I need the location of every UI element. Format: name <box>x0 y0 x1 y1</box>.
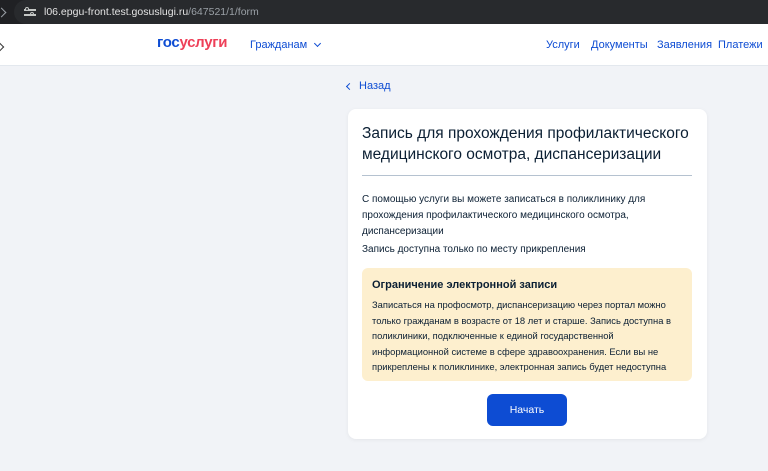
chevron-left-icon <box>345 82 354 90</box>
warning-box: Ограничение электронной записи Записатьс… <box>362 268 692 381</box>
warning-text: Записаться на профосмотр, диспансеризаци… <box>372 299 671 372</box>
start-button[interactable]: Начать <box>487 394 567 426</box>
audience-dropdown[interactable]: Гражданам <box>250 39 322 51</box>
site-header: госуслуги Гражданам Услуги Документы Зая… <box>0 24 768 66</box>
back-link[interactable]: Назад <box>345 80 391 92</box>
service-description: С помощью услуги вы можете записаться в … <box>362 194 646 237</box>
nav-payments[interactable]: Платежи <box>718 39 763 51</box>
url-host: l06.epgu-front.test.gosuslugi.ru <box>44 6 189 18</box>
nav-documents[interactable]: Документы <box>591 39 648 51</box>
logo-part-gos: гос <box>157 34 180 51</box>
chevron-down-icon <box>314 39 322 48</box>
browser-address-bar: l06.epgu-front.test.gosuslugi.ru/647521/… <box>0 0 768 24</box>
page-title: Запись для прохождения профилактического… <box>362 125 689 163</box>
gosuslugi-logo[interactable]: госуслуги <box>157 34 227 51</box>
chevron-right-icon[interactable] <box>0 0 14 24</box>
nav-services[interactable]: Услуги <box>546 39 580 51</box>
site-settings-icon[interactable] <box>24 7 36 17</box>
logo-part-uslugi: услуги <box>179 34 228 51</box>
chevron-right-icon <box>0 42 5 52</box>
audience-label: Гражданам <box>250 39 308 51</box>
url-path: /647521/1/form <box>188 6 259 18</box>
back-label: Назад <box>359 80 391 92</box>
nav-applications[interactable]: Заявления <box>657 39 712 51</box>
url-field[interactable]: l06.epgu-front.test.gosuslugi.ru/647521/… <box>14 0 768 24</box>
warning-title: Ограничение электронной записи <box>372 279 558 291</box>
attachment-note: Запись доступна только по месту прикрепл… <box>362 244 586 255</box>
divider <box>362 175 692 176</box>
service-card: Запись для прохождения профилактического… <box>348 109 707 439</box>
